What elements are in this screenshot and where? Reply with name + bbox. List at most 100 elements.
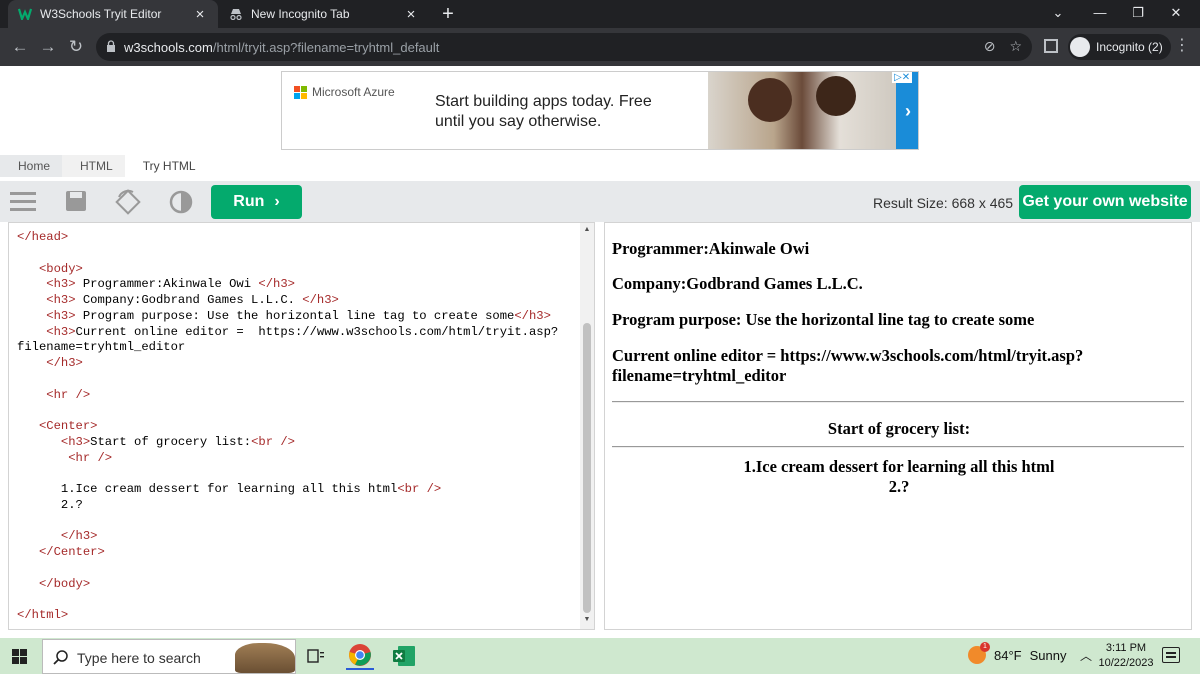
theme-toggle-icon[interactable]	[168, 189, 194, 215]
run-button[interactable]: Run ›	[211, 185, 302, 219]
weather-widget[interactable]: 1 84°F Sunny	[968, 642, 1066, 664]
more-menu-icon[interactable]: ⋮	[1174, 35, 1190, 55]
code-text-run	[17, 451, 68, 465]
code-line[interactable]: filename=tryhtml_editor	[17, 340, 558, 356]
code-tag: <h3>	[46, 277, 76, 292]
breadcrumb-home[interactable]: Home	[0, 155, 63, 177]
code-text-run: Program purpose: Use the horizontal line…	[75, 308, 515, 323]
code-line[interactable]: <body>	[17, 262, 558, 278]
task-view-icon[interactable]	[302, 642, 330, 670]
side-panel-icon[interactable]	[1044, 39, 1058, 53]
code-tag: </h3>	[60, 529, 98, 544]
result-company: Company:Godbrand Games L.L.C.	[612, 274, 863, 293]
code-line[interactable]: 2.?	[17, 498, 558, 514]
code-line[interactable]	[17, 561, 558, 577]
code-line[interactable]: 1.Ice cream dessert for learning all thi…	[17, 482, 558, 498]
code-editor[interactable]: </head> <body> <h3> Programmer:Akinwale …	[8, 222, 595, 630]
code-line[interactable]	[17, 403, 558, 419]
tab-w3schools[interactable]: W3Schools Tryit Editor ×	[8, 0, 218, 28]
code-tag: </h3>	[46, 356, 83, 370]
code-text-run	[17, 309, 46, 323]
eye-slash-icon[interactable]: ⊘	[984, 38, 996, 55]
code-line[interactable]: </h3>	[17, 529, 558, 545]
result-grocery-title: Start of grocery list:	[827, 419, 971, 438]
code-text-run: filename=tryhtml_editor	[17, 340, 186, 355]
incognito-profile-button[interactable]: Incognito (2)	[1068, 34, 1171, 60]
code-line[interactable]: <hr />	[17, 388, 558, 404]
scroll-up-icon[interactable]: ▲	[582, 226, 592, 236]
rotate-layout-icon[interactable]	[115, 189, 141, 215]
code-text-run: 1.Ice cream dessert for learning all thi…	[17, 482, 398, 496]
code-line[interactable]	[17, 372, 558, 388]
save-icon[interactable]	[64, 189, 90, 215]
ad-headline: Start building apps today. Free until yo…	[435, 92, 695, 132]
scroll-down-icon[interactable]: ▼	[582, 616, 592, 626]
ad-arrow-button[interactable]: ›	[896, 72, 918, 149]
clock[interactable]: 3:11 PM 10/22/2023	[1098, 641, 1154, 671]
bookmark-star-icon[interactable]: ☆	[1009, 38, 1022, 55]
code-tag: <body>	[38, 261, 83, 276]
clock-time: 3:11 PM	[1105, 642, 1147, 654]
result-grocery-item: 2.?	[888, 477, 910, 496]
code-line[interactable]	[17, 246, 558, 262]
close-window-button[interactable]: ✕	[1156, 0, 1196, 28]
code-text-run	[17, 277, 46, 291]
code-line[interactable]: </body>	[17, 577, 558, 593]
result-purpose: Program purpose: Use the horizontal line…	[612, 310, 1035, 329]
result-size: Result Size: 668 x 465	[873, 195, 1014, 211]
tab-new-incognito[interactable]: New Incognito Tab ×	[219, 0, 429, 28]
result-editor-line: filename=tryhtml_editor	[612, 366, 787, 385]
horizontal-rule	[612, 446, 1184, 448]
code-line[interactable]: <h3> Program purpose: Use the horizontal…	[17, 309, 558, 325]
excel-taskbar-icon[interactable]	[390, 642, 418, 670]
restore-button[interactable]: ❐	[1118, 0, 1158, 28]
breadcrumb-html[interactable]: HTML	[62, 155, 125, 177]
code-line[interactable]: <h3> Company:Godbrand Games L.L.C. </h3>	[17, 293, 558, 309]
notification-icon[interactable]	[1162, 647, 1180, 663]
ad-headline-line: Start building apps today. Free	[435, 93, 652, 110]
code-line[interactable]	[17, 592, 558, 608]
minimize-button[interactable]: —	[1080, 0, 1120, 28]
code-tag: </h3>	[302, 293, 339, 307]
code-line[interactable]: </head>	[17, 230, 558, 246]
taskbar-search[interactable]: Type here to search	[42, 639, 296, 674]
code-text[interactable]: </head> <body> <h3> Programmer:Akinwale …	[17, 230, 558, 624]
new-tab-button[interactable]: +	[436, 2, 460, 26]
search-placeholder: Type here to search	[77, 650, 201, 666]
code-line[interactable]: </html>	[17, 608, 558, 624]
code-line[interactable]: </Center>	[17, 545, 558, 561]
browser-toolbar: ← → ↻ w3schools.com/html/tryit.asp?filen…	[0, 28, 1200, 66]
code-line[interactable]: <Center>	[17, 419, 558, 435]
code-line[interactable]: <hr />	[17, 451, 558, 467]
code-tag: </html>	[17, 608, 69, 622]
code-line[interactable]	[17, 466, 558, 482]
forward-arrow-icon[interactable]: →	[36, 35, 60, 59]
code-line[interactable]: </h3>	[17, 356, 558, 372]
ad-banner[interactable]: Microsoft Azure Start building apps toda…	[281, 71, 919, 150]
back-arrow-icon[interactable]: ←	[8, 35, 32, 59]
windows-start-icon[interactable]	[12, 649, 27, 664]
adchoices-icon[interactable]: ▷✕	[892, 72, 913, 83]
editor-toolbar: Run › Result Size: 668 x 465 Get your ow…	[0, 181, 1200, 222]
menu-icon[interactable]	[10, 189, 36, 215]
code-tag: </Center>	[38, 545, 105, 559]
address-bar[interactable]: w3schools.com/html/tryit.asp?filename=tr…	[96, 33, 1032, 61]
reload-icon[interactable]: ↻	[64, 35, 88, 59]
scrollbar-thumb[interactable]	[583, 323, 591, 613]
chrome-taskbar-icon[interactable]	[346, 642, 374, 670]
tab-search-icon[interactable]: ⌄	[1038, 0, 1078, 28]
chevron-up-icon[interactable]: ︿	[1080, 647, 1092, 664]
code-tag: </head>	[17, 230, 69, 244]
code-tag: <Center>	[38, 419, 98, 433]
code-scrollbar[interactable]: ▲ ▼	[580, 223, 594, 629]
code-line[interactable]	[17, 514, 558, 530]
code-line[interactable]: <h3> Programmer:Akinwale Owi </h3>	[17, 277, 558, 293]
tab-close-icon[interactable]: ×	[192, 6, 208, 23]
get-own-website-button[interactable]: Get your own website	[1019, 185, 1191, 219]
code-line[interactable]: <h3>Start of grocery list:<br />	[17, 435, 558, 451]
breadcrumb-try-html: Try HTML	[142, 159, 196, 173]
tab-title: W3Schools Tryit Editor	[40, 7, 162, 21]
tab-close-icon[interactable]: ×	[403, 6, 419, 23]
code-line[interactable]: <h3>Current online editor = https://www.…	[17, 325, 558, 341]
browser-tab-strip: W3Schools Tryit Editor × New Incognito T…	[0, 0, 1200, 28]
